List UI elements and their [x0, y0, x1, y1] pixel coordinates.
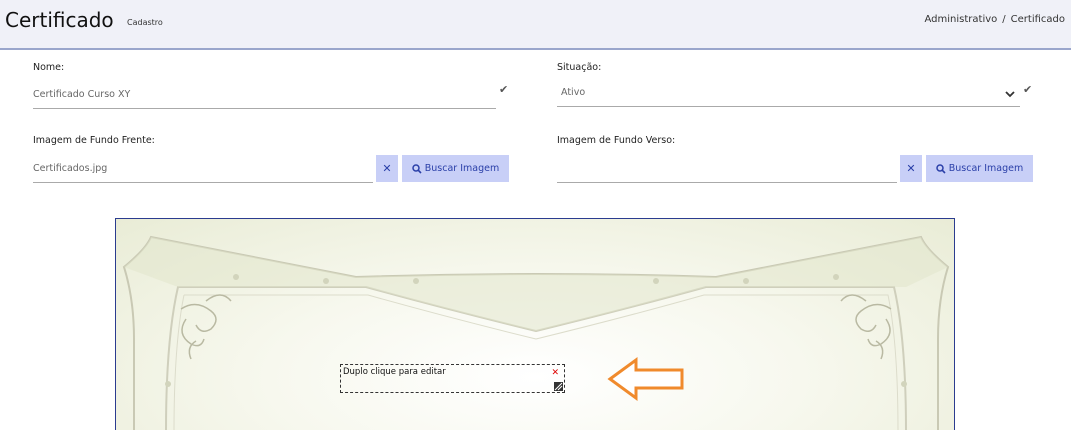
- page-subtitle: Cadastro: [127, 18, 163, 27]
- close-icon[interactable]: ✕: [551, 368, 559, 378]
- buscar-imagem-verso-button[interactable]: Buscar Imagem: [926, 155, 1033, 182]
- check-icon: ✔: [1023, 83, 1033, 96]
- imagem-verso-label: Imagem de Fundo Verso:: [557, 135, 676, 146]
- nome-input[interactable]: Certificado Curso XY: [33, 89, 130, 100]
- buscar-imagem-frente-button[interactable]: Buscar Imagem: [402, 155, 509, 182]
- certificate-text-field[interactable]: Duplo clique para editar ✕: [340, 364, 565, 393]
- breadcrumb-separator: /: [1002, 14, 1006, 25]
- buscar-imagem-label: Buscar Imagem: [948, 163, 1024, 174]
- certificate-canvas[interactable]: [115, 218, 955, 430]
- nome-input-underline: [33, 108, 496, 109]
- page-title: Certificado: [5, 8, 114, 32]
- close-icon: ✕: [906, 162, 916, 175]
- situacao-label: Situação:: [557, 62, 602, 73]
- imagem-frente-input[interactable]: Certificados.jpg: [33, 163, 107, 174]
- clear-imagem-verso-button[interactable]: ✕: [900, 155, 922, 182]
- close-icon: ✕: [382, 162, 392, 175]
- search-icon: [412, 163, 422, 174]
- chevron-down-icon[interactable]: [1005, 90, 1015, 98]
- situacao-select[interactable]: Ativo: [561, 87, 585, 98]
- arrow-left-icon: [607, 357, 684, 401]
- imagem-frente-underline: [33, 182, 373, 183]
- search-icon: [936, 163, 946, 174]
- breadcrumb-item-administrativo[interactable]: Administrativo: [925, 14, 998, 25]
- buscar-imagem-label: Buscar Imagem: [424, 163, 500, 174]
- situacao-select-underline: [557, 106, 1020, 107]
- resize-handle-icon[interactable]: [554, 382, 563, 391]
- imagem-verso-underline: [557, 182, 897, 183]
- certificate-text-content[interactable]: Duplo clique para editar: [343, 367, 446, 377]
- certificate-border-decoration: [122, 235, 950, 430]
- check-icon: ✔: [499, 83, 509, 96]
- breadcrumb: Administrativo / Certificado: [925, 14, 1065, 25]
- clear-imagem-frente-button[interactable]: ✕: [376, 155, 398, 182]
- page-header: Certificado Cadastro Administrativo / Cert…: [0, 0, 1071, 50]
- imagem-frente-label: Imagem de Fundo Frente:: [33, 135, 155, 146]
- breadcrumb-item-certificado: Certificado: [1010, 14, 1065, 25]
- nome-label: Nome:: [33, 62, 65, 73]
